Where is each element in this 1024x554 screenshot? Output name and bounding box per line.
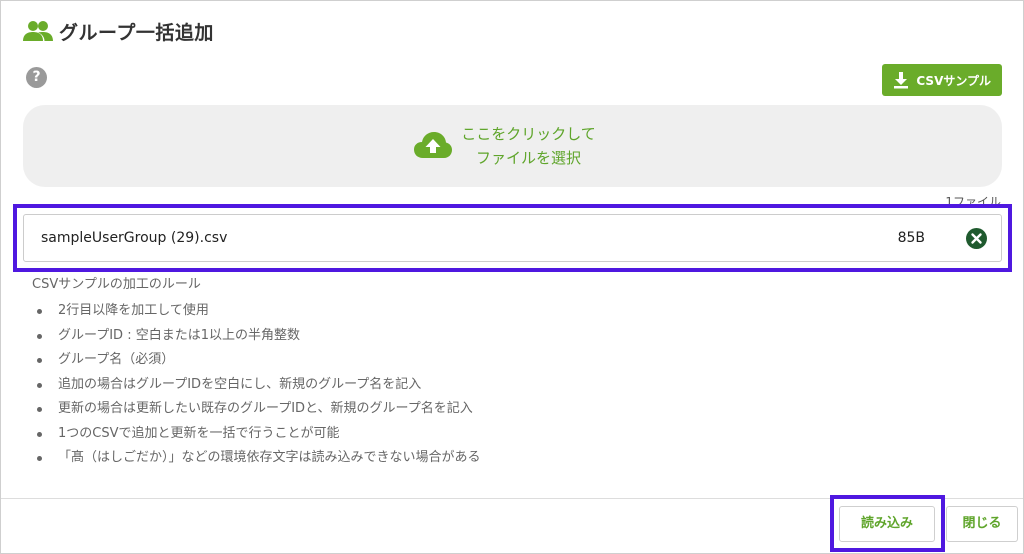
download-icon <box>892 71 910 89</box>
help-icon[interactable]: ? <box>26 67 47 88</box>
csv-rules: CSVサンプルの加工のルール 2行目以降を加工して使用 グループID : 空白ま… <box>32 275 481 471</box>
rule-item: 更新の場合は更新したい既存のグループIDと、新規のグループ名を記入 <box>32 397 481 422</box>
rules-title: CSVサンプルの加工のルール <box>32 277 201 292</box>
file-row-highlight-box <box>13 204 1012 272</box>
dropzone-label: ここをクリックして ファイルを選択 <box>461 122 596 170</box>
csv-sample-download-button[interactable]: CSVサンプル <box>882 64 1002 96</box>
rule-item: 1つのCSVで追加と更新を一括で行うことが可能 <box>32 422 481 447</box>
dropzone-line-1: ここをクリックして <box>461 125 596 143</box>
dropzone-line-2: ファイルを選択 <box>475 149 581 167</box>
group-icon <box>23 19 53 43</box>
rule-item: 「髙（はしごだか）」などの環境依存文字は読み込みできない場合がある <box>32 446 481 471</box>
rule-item: グループID : 空白または1以上の半角整数 <box>32 324 481 349</box>
close-button[interactable]: 閉じる <box>946 506 1018 542</box>
csv-sample-label: CSVサンプル <box>916 73 991 88</box>
rule-item: グループ名（必須） <box>32 348 481 373</box>
cloud-upload-icon <box>413 130 453 162</box>
rule-item: 追加の場合はグループIDを空白にし、新規のグループ名を記入 <box>32 373 481 398</box>
rule-item: 2行目以降を加工して使用 <box>32 299 481 324</box>
group-bulk-add-dialog: グループ一括追加 ? CSVサンプル ここをクリックして ファイルを選択 1ファ… <box>0 0 1024 554</box>
read-button-highlight-box <box>830 495 945 552</box>
dialog-header: グループ一括追加 <box>23 15 214 47</box>
dialog-title: グループ一括追加 <box>59 21 214 44</box>
rules-list: 2行目以降を加工して使用 グループID : 空白または1以上の半角整数 グループ… <box>32 299 481 471</box>
file-dropzone[interactable]: ここをクリックして ファイルを選択 <box>23 105 1002 187</box>
